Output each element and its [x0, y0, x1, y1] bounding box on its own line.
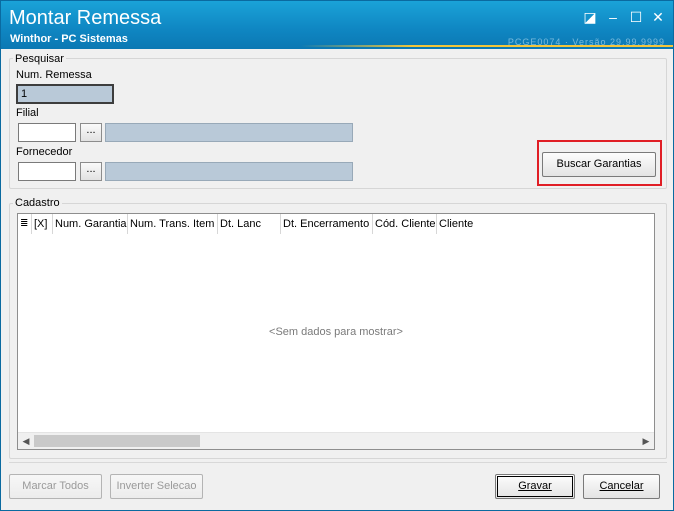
- fornecedor-search-button[interactable]: ...: [80, 162, 102, 181]
- cadastro-grid[interactable]: ≣ [X] Num. Garantia Num. Trans. Item Dt.…: [17, 213, 655, 450]
- column-select-all[interactable]: [X]: [32, 214, 53, 234]
- cancelar-button[interactable]: Cancelar: [583, 474, 660, 499]
- window-title: Montar Remessa: [9, 7, 162, 29]
- column-cliente[interactable]: Cliente: [437, 214, 497, 234]
- window-subtitle: Winthor - PC Sistemas: [10, 33, 128, 45]
- column-num-trans-item[interactable]: Num. Trans. Item: [128, 214, 218, 234]
- scroll-left-icon[interactable]: ◀: [18, 433, 34, 449]
- grid-header: ≣ [X] Num. Garantia Num. Trans. Item Dt.…: [18, 214, 654, 234]
- num-remessa-label: Num. Remessa: [16, 69, 92, 81]
- scroll-right-icon[interactable]: ▶: [638, 433, 654, 449]
- fornecedor-description-field: [105, 162, 353, 181]
- column-chooser-icon[interactable]: ≣: [18, 214, 32, 234]
- maximize-icon[interactable]: ☐: [627, 9, 645, 25]
- minimize-icon[interactable]: –: [604, 9, 622, 25]
- filial-label: Filial: [16, 107, 39, 119]
- column-dt-encerramento[interactable]: Dt. Encerramento: [281, 214, 373, 234]
- filial-code-field[interactable]: [18, 123, 76, 142]
- close-icon[interactable]: ✕: [649, 9, 667, 25]
- scrollbar-thumb[interactable]: [34, 435, 200, 447]
- horizontal-scrollbar[interactable]: ◀ ▶: [18, 432, 654, 449]
- gravar-button[interactable]: Gravar: [495, 474, 575, 499]
- title-bar[interactable]: Montar Remessa Winthor - PC Sistemas PCG…: [1, 1, 673, 49]
- montar-remessa-window: Montar Remessa Winthor - PC Sistemas PCG…: [0, 0, 674, 511]
- filial-search-button[interactable]: ...: [80, 123, 102, 142]
- restore-icon[interactable]: ◪: [581, 9, 599, 25]
- highlight-box: [537, 140, 662, 186]
- inverter-selecao-button[interactable]: Inverter Selecao: [110, 474, 203, 499]
- title-accent-line: [301, 45, 673, 47]
- marcar-todos-button[interactable]: Marcar Todos: [9, 474, 102, 499]
- pesquisar-legend: Pesquisar: [13, 53, 66, 65]
- num-remessa-field[interactable]: 1: [16, 84, 114, 104]
- filial-description-field: [105, 123, 353, 142]
- empty-grid-message: <Sem dados para mostrar>: [269, 326, 403, 338]
- cadastro-legend: Cadastro: [13, 197, 62, 209]
- fornecedor-label: Fornecedor: [16, 146, 73, 158]
- column-cod-cliente[interactable]: Cód. Cliente: [373, 214, 437, 234]
- column-dt-lanc[interactable]: Dt. Lanc: [218, 214, 281, 234]
- fornecedor-code-field[interactable]: [18, 162, 76, 181]
- column-num-garantia[interactable]: Num. Garantia: [53, 214, 128, 234]
- footer-separator: [9, 462, 667, 463]
